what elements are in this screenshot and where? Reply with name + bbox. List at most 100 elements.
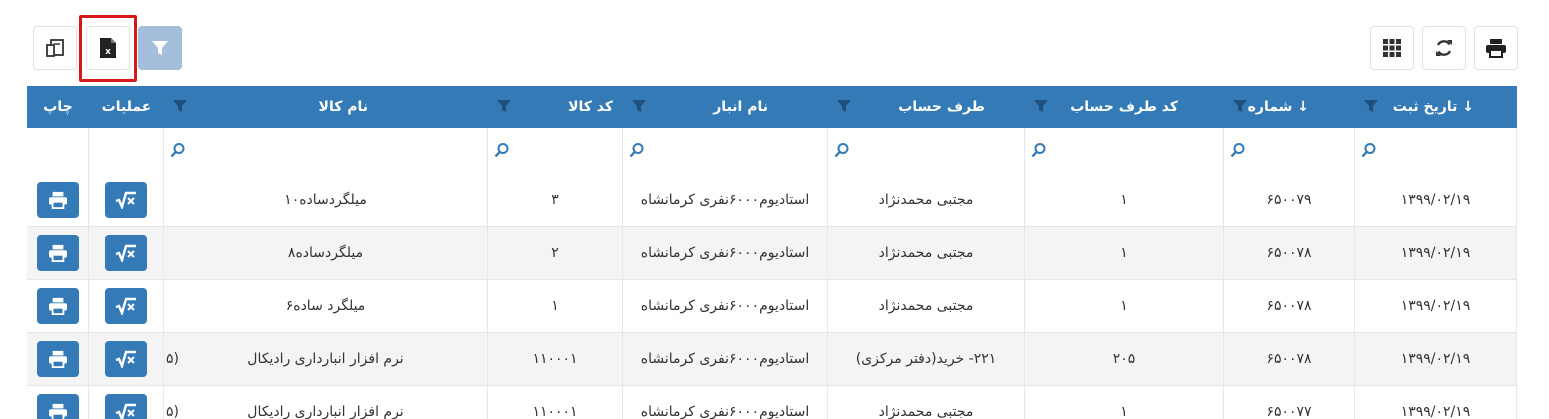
printer-icon [48, 297, 67, 315]
column-filter-icon[interactable] [172, 98, 188, 114]
table-row[interactable]: ۱۳۹۹/۰۲/۱۹ ۶۵۰۰۷۹ ۱ مجتبی محمدنژاد استادیوم۶… [27, 174, 1517, 227]
cell-item-code-value: ۲ [551, 245, 559, 261]
column-header-number[interactable]: شماره ↓ [1224, 86, 1355, 128]
cell-account-code: ۱ [1025, 227, 1224, 280]
cell-item-name-value: میلگردساده۸ [287, 245, 364, 261]
row-print-button[interactable] [36, 288, 79, 324]
column-header-item-name[interactable]: نام کالا [164, 86, 488, 128]
column-grid-button[interactable] [1370, 26, 1414, 70]
cell-item-code-value: ۳ [551, 192, 559, 208]
row-operations-button[interactable] [105, 182, 147, 218]
column-filter-icon[interactable] [836, 98, 852, 114]
cell-number-value: ۶۵۰۰۷۷ [1266, 404, 1312, 419]
column-header-account-code[interactable]: کد طرف حساب [1025, 86, 1224, 128]
cell-item-name: نرم افزار انبارداری رادیکال (۵ [164, 386, 488, 419]
square-root-icon [115, 350, 136, 368]
cell-number: ۶۵۰۰۷۸ [1224, 227, 1355, 280]
column-filter-icon[interactable] [1363, 98, 1379, 114]
cell-date: ۱۳۹۹/۰۲/۱۹ [1355, 386, 1517, 419]
cell-account-code: ۲۰۵ [1025, 333, 1224, 386]
cell-item-name: میلگردساده۸ [164, 227, 488, 280]
column-header-date[interactable]: تاریخ ثبت ↓ [1355, 86, 1517, 128]
square-root-icon [115, 244, 136, 262]
cell-account-value: مجتبی محمدنژاد [878, 298, 974, 314]
row-operations-button[interactable] [105, 394, 147, 419]
cell-warehouse-value: استادیوم۶۰۰۰نفری کرمانشاه [640, 298, 810, 314]
cell-warehouse: استادیوم۶۰۰۰نفری کرمانشاه [623, 280, 828, 333]
print-cell [27, 227, 89, 280]
operations-cell [89, 174, 164, 227]
column-header-print[interactable]: چاپ [27, 86, 89, 128]
printer-icon [48, 244, 67, 262]
row-print-button[interactable] [36, 341, 79, 377]
column-header-item-code[interactable]: کد کالا [488, 86, 623, 128]
cell-item-name: میلگرد ساده۶ [164, 280, 488, 333]
search-input-date[interactable] [1355, 128, 1517, 174]
column-header-warehouse[interactable]: نام انبار [623, 86, 828, 128]
grid-header-row: چاپ عملیات نام کالا کد کالا نام انبار طر… [27, 86, 1517, 128]
table-row[interactable]: ۱۳۹۹/۰۲/۱۹ ۶۵۰۰۷۷ ۱ مجتبی محمدنژاد استادیوم۶… [27, 386, 1517, 419]
row-operations-button[interactable] [105, 341, 147, 377]
search-icon [1031, 143, 1046, 158]
column-header-date-label: تاریخ ثبت ↓ [1392, 99, 1474, 115]
cell-number-value: ۶۵۰۰۷۸ [1266, 298, 1312, 314]
cell-account-code-value: ۱ [1120, 404, 1128, 419]
column-header-warehouse-label: نام انبار [713, 99, 768, 115]
cell-date-value: ۱۳۹۹/۰۲/۱۹ [1400, 245, 1471, 261]
columns-chooser-button[interactable] [33, 26, 77, 70]
column-header-item-name-label: نام کالا [318, 99, 368, 115]
search-input-account[interactable] [828, 128, 1025, 174]
column-header-operations-label: عملیات [101, 99, 152, 115]
cell-item-name-overflow: (۵ [166, 404, 179, 419]
cell-item-name: میلگردساده۱۰ [164, 174, 488, 227]
cell-item-name-value: نرم افزار انبارداری رادیکال [247, 404, 404, 419]
cell-number-value: ۶۵۰۰۷۹ [1266, 192, 1312, 208]
cell-account-value: مجتبی محمدنژاد [878, 192, 974, 208]
print-button[interactable] [1474, 26, 1518, 70]
cell-number: ۶۵۰۰۷۸ [1224, 280, 1355, 333]
row-print-button[interactable] [36, 182, 79, 218]
column-header-account[interactable]: طرف حساب [828, 86, 1025, 128]
row-print-button[interactable] [36, 235, 79, 271]
cell-item-name-value: نرم افزار انبارداری رادیکال [247, 351, 404, 367]
refresh-button[interactable] [1422, 26, 1466, 70]
search-input-account-code[interactable] [1025, 128, 1224, 174]
cell-item-code-value: ۱۱۰۰۰۱ [532, 351, 578, 367]
cell-warehouse-value: استادیوم۶۰۰۰نفری کرمانشاه [640, 245, 810, 261]
search-icon [1361, 143, 1376, 158]
row-operations-button[interactable] [105, 235, 147, 271]
row-operations-button[interactable] [105, 288, 147, 324]
cell-item-code-value: ۱۱۰۰۰۱ [532, 404, 578, 419]
grid-search-row [27, 128, 1517, 175]
table-row[interactable]: ۱۳۹۹/۰۲/۱۹ ۶۵۰۰۷۸ ۲۰۵ ۲۲۱- خرید(دفتر مرکزی)… [27, 333, 1517, 386]
cell-item-code: ۱۱۰۰۰۱ [488, 333, 623, 386]
search-input-warehouse[interactable] [623, 128, 828, 174]
cell-account-code-value: ۱ [1120, 245, 1128, 261]
cell-item-code: ۳ [488, 174, 623, 227]
print-cell [27, 333, 89, 386]
column-header-account-code-label: کد طرف حساب [1070, 99, 1178, 115]
operations-cell [89, 227, 164, 280]
cell-item-name-value: میلگرد ساده۶ [285, 298, 366, 314]
printer-icon [48, 403, 67, 419]
column-header-print-label: چاپ [43, 99, 73, 115]
cell-account-code: ۱ [1025, 174, 1224, 227]
column-filter-icon[interactable] [1033, 98, 1049, 114]
data-grid: چاپ عملیات نام کالا کد کالا نام انبار طر… [27, 86, 1517, 419]
cell-date-value: ۱۳۹۹/۰۲/۱۹ [1400, 192, 1471, 208]
search-input-number[interactable] [1224, 128, 1355, 174]
search-input-item-code[interactable] [488, 128, 623, 174]
table-row[interactable]: ۱۳۹۹/۰۲/۱۹ ۶۵۰۰۷۸ ۱ مجتبی محمدنژاد استادیوم۶… [27, 227, 1517, 280]
excel-button-highlight [79, 15, 137, 82]
cell-warehouse: استادیوم۶۰۰۰نفری کرمانشاه [623, 174, 828, 227]
column-filter-icon[interactable] [1232, 98, 1248, 114]
column-filter-icon[interactable] [631, 98, 647, 114]
row-print-button[interactable] [36, 394, 79, 419]
filter-toggle-button[interactable] [138, 26, 182, 70]
table-row[interactable]: ۱۳۹۹/۰۲/۱۹ ۶۵۰۰۷۸ ۱ مجتبی محمدنژاد استادیوم۶… [27, 280, 1517, 333]
cell-item-code: ۱۱۰۰۰۱ [488, 386, 623, 419]
column-filter-icon[interactable] [496, 98, 512, 114]
column-header-operations[interactable]: عملیات [89, 86, 164, 128]
cell-warehouse: استادیوم۶۰۰۰نفری کرمانشاه [623, 386, 828, 419]
search-input-item-name[interactable] [164, 128, 488, 174]
